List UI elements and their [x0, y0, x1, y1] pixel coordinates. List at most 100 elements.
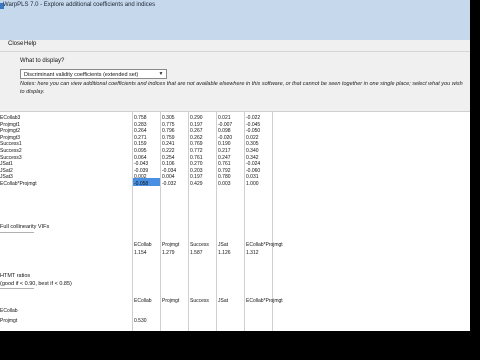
table-cell[interactable]: 0.769 [190, 141, 203, 147]
table-cell[interactable]: 0.217 [218, 148, 231, 154]
table-cell[interactable]: 0.761 [190, 155, 203, 161]
table-cell[interactable]: 0.305 [162, 115, 175, 121]
table-cell[interactable]: 0.290 [190, 115, 203, 121]
column-header: ECollab*Projmgt [246, 242, 283, 248]
table-cell[interactable]: 0.004 [162, 174, 175, 180]
table-cell[interactable]: 0.796 [162, 128, 175, 134]
chevron-down-icon[interactable]: ▼ [156, 70, 166, 78]
table-cell[interactable]: 0.772 [190, 148, 203, 154]
row-label: ECollab [0, 308, 18, 314]
table-cell[interactable]: 0.758 [134, 115, 147, 121]
table-cell[interactable]: 0.283 [134, 122, 147, 128]
table-cell[interactable]: -0.020 [218, 135, 232, 141]
column-header: JSat [218, 298, 229, 304]
table-cell[interactable]: -0.039 [134, 168, 148, 174]
table-cell[interactable]: 0.247 [218, 155, 231, 161]
table-cell[interactable]: -0.032 [162, 181, 176, 187]
table-cell[interactable]: 0.254 [162, 155, 175, 161]
row-label: JSat1 [0, 161, 13, 168]
table-cell[interactable]: -0.024 [246, 161, 260, 167]
table-cell[interactable]: -0.022 [246, 115, 260, 121]
row-label: Projmgt3 [0, 134, 21, 141]
menu-close[interactable]: Close [8, 41, 23, 47]
table-cell[interactable]: 0.197 [190, 122, 203, 128]
table-cell[interactable]: 0.031 [246, 174, 259, 180]
table-cell[interactable]: -0.045 [246, 122, 260, 128]
table-cell[interactable]: 1.587 [190, 250, 203, 256]
table-cell[interactable]: 1.126 [218, 250, 231, 256]
row-label: Projmgt [0, 318, 18, 324]
table-cell[interactable]: 0.264 [134, 128, 147, 134]
column-header: ECollab*Projmgt [246, 298, 283, 304]
grid-line [132, 112, 133, 331]
table-cell[interactable]: 0.222 [162, 148, 175, 154]
column-header: JSat [218, 242, 229, 248]
table-cell[interactable]: -0.007 [218, 122, 232, 128]
table-cell[interactable]: 0.106 [162, 161, 175, 167]
table-cell[interactable]: 0.270 [190, 161, 203, 167]
section-divider [0, 288, 34, 289]
grid-line [244, 112, 245, 331]
row-label: JSat2 [0, 167, 13, 174]
window-title: WarpPLS 7.0 - Explore additional coeffic… [3, 2, 156, 8]
section-divider [0, 232, 34, 233]
table-cell[interactable]: 0.429 [190, 181, 203, 187]
table-cell[interactable]: 0.340 [246, 148, 259, 154]
table-cell[interactable]: 0.775 [162, 122, 175, 128]
results-area: ECollab3 0.758 0.305 0.290 0.021 -0.022 Projmg… [0, 112, 470, 331]
table-cell[interactable]: 1.154 [134, 250, 147, 256]
table-cell[interactable]: 1.312 [246, 250, 259, 256]
table-cell[interactable]: 0.003 [218, 181, 231, 187]
table-cell[interactable]: 0.342 [246, 155, 259, 161]
display-prompt-label: What to display? [20, 58, 65, 64]
row-label: ECollab*Projmgt [0, 181, 37, 187]
table-cell[interactable]: -0.058 [134, 181, 148, 187]
table-cell[interactable]: 0.262 [190, 135, 203, 141]
table-cell[interactable]: 0.530 [134, 318, 147, 324]
table-cell[interactable]: 0.098 [218, 128, 231, 134]
table-cell[interactable]: 0.792 [218, 168, 231, 174]
table-cell[interactable]: -0.050 [246, 128, 260, 134]
table-cell[interactable]: -0.043 [134, 161, 148, 167]
table-cell[interactable]: 0.305 [246, 141, 259, 147]
options-panel: What to display? Discriminant validity c… [0, 52, 470, 112]
table-cell[interactable]: 0.002 [134, 174, 147, 180]
table-cell[interactable]: 0.271 [134, 135, 147, 141]
notes-text: Notes: here you can view additional coef… [20, 81, 463, 95]
htmt-subtitle: (good if < 0.90, best if < 0.85) [0, 281, 72, 287]
table-cell[interactable]: -0.060 [246, 168, 260, 174]
table-cell[interactable]: 0.190 [218, 141, 231, 147]
table-cell[interactable]: 0.759 [162, 135, 175, 141]
menu-help[interactable]: Help [24, 41, 36, 47]
column-header: ECollab [134, 298, 152, 304]
table-cell[interactable]: 0.022 [246, 135, 259, 141]
row-label: Success3 [0, 154, 22, 161]
table-cell[interactable]: 0.197 [190, 174, 203, 180]
row-label: JSat3 [0, 174, 13, 181]
menu-bar: Close Help [0, 40, 470, 52]
table-cell[interactable]: -0.034 [162, 168, 176, 174]
column-header: Projmgt [162, 242, 180, 248]
table-cell[interactable]: 0.241 [162, 141, 175, 147]
row-label: ECollab3 [0, 115, 21, 121]
table-cell[interactable]: 0.267 [190, 128, 203, 134]
column-header: Success [190, 242, 209, 248]
display-select[interactable]: Discriminant validity coefficients (exte… [20, 69, 167, 79]
table-cell[interactable]: 0.021 [218, 115, 231, 121]
table-cell[interactable]: 0.159 [134, 141, 147, 147]
title-bar: WarpPLS 7.0 - Explore additional coeffic… [0, 0, 470, 40]
table-cell[interactable]: 0.780 [218, 174, 231, 180]
table-cell[interactable]: 0.761 [218, 161, 231, 167]
column-header: Success [190, 298, 209, 304]
table-cell[interactable]: 1.000 [246, 181, 259, 187]
display-select-value: Discriminant validity coefficients (exte… [24, 72, 139, 78]
column-header: Projmgt [162, 298, 180, 304]
table-cell[interactable]: 0.095 [134, 148, 147, 154]
table-cell[interactable]: 0.203 [190, 168, 203, 174]
row-label: Success2 [0, 148, 22, 154]
row-label: Success1 [0, 141, 22, 148]
table-cell[interactable]: 1.279 [162, 250, 175, 256]
grid-line [216, 112, 217, 331]
htmt-title: HTMT ratios [0, 273, 31, 279]
table-cell[interactable]: 0.064 [134, 155, 147, 161]
